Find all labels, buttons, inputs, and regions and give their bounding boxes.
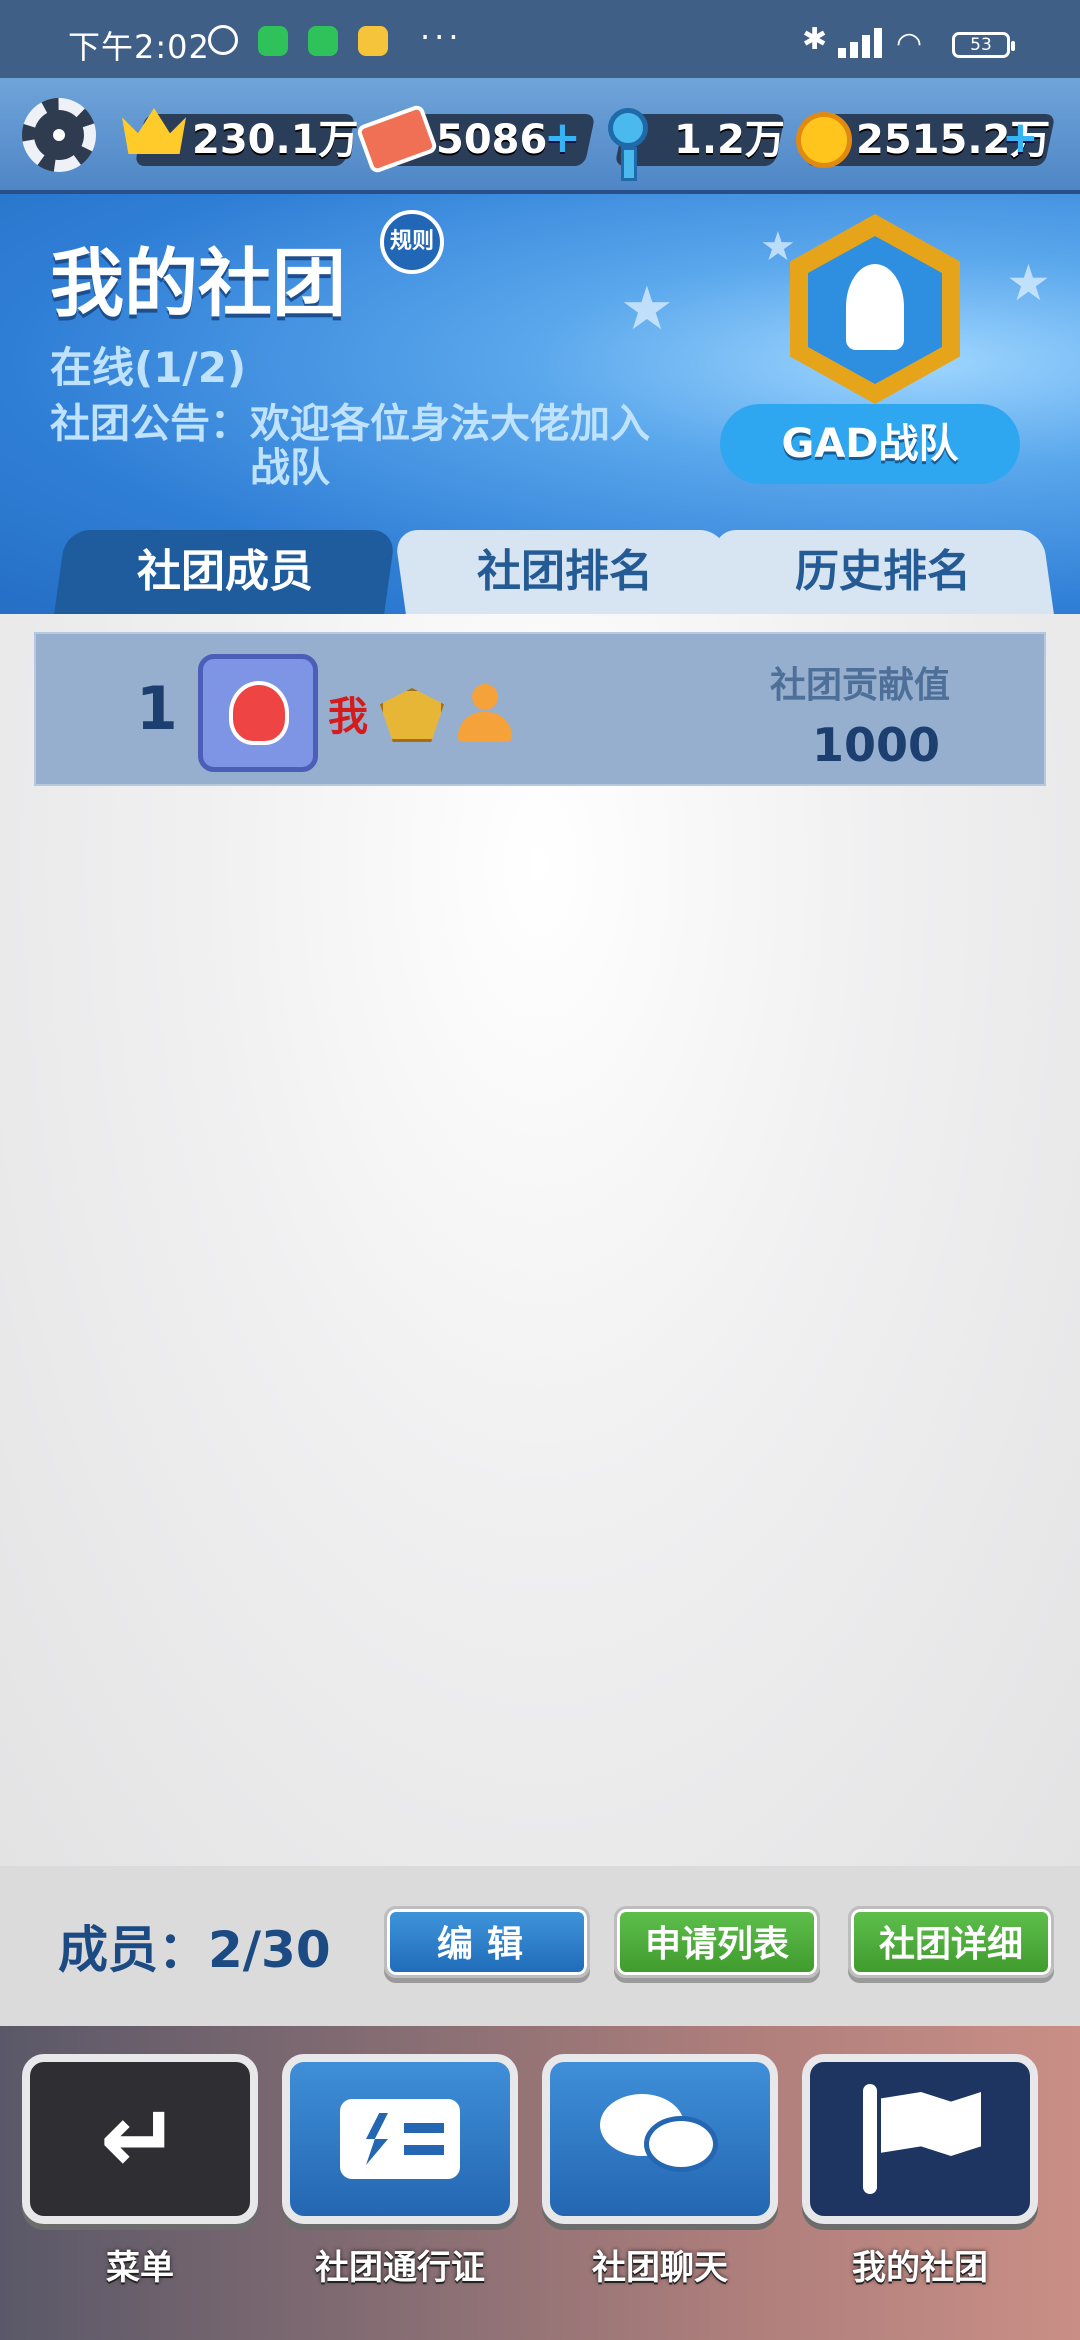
nav-my-club-button[interactable] (802, 2054, 1038, 2224)
contribution-label: 社团贡献值 (770, 665, 951, 706)
team-name: GAD战队 (720, 404, 1020, 484)
nav-my-club[interactable]: 我的社团 (802, 2054, 1038, 2314)
ticket-value: 5086 (436, 117, 548, 163)
nav-club-chat-button[interactable] (542, 2054, 778, 2224)
key-value: 1.2万 (674, 117, 785, 163)
tab-club-ranking[interactable]: 社团排名 (394, 530, 736, 614)
gear-icon[interactable] (22, 98, 96, 172)
tab-history-ranking[interactable]: 历史排名 (712, 530, 1054, 614)
footer-bar: 成员：2/30 编辑 申请列表 社团详细 (0, 1866, 1080, 2026)
tab-club-ranking-label: 社团排名 (477, 546, 653, 597)
members-list-area (0, 614, 1080, 1866)
currency-bar: 230.1万 5086 + 1.2万 2515.2万 + (0, 78, 1080, 194)
nav-menu-label: 菜单 (106, 2248, 174, 2288)
member-rank: 1 (136, 674, 178, 744)
page-title: 我的社团 (50, 241, 346, 327)
battery-icon: 53 (952, 32, 1015, 58)
avatar[interactable] (198, 654, 318, 772)
bluetooth-icon: ✱ (802, 22, 828, 57)
status-time: 下午2:02 (68, 28, 210, 66)
star-icon: ★ (620, 274, 674, 344)
nav-menu[interactable]: ↵ 菜单 (22, 2054, 258, 2314)
key-icon (608, 108, 648, 181)
notice-label: 社团公告： (50, 401, 250, 447)
tab-members[interactable]: 社团成员 (54, 530, 396, 614)
tab-members-label: 社团成员 (137, 546, 313, 597)
members-count: 成员：2/30 (58, 1921, 331, 1979)
chat-icon (600, 2094, 720, 2184)
nav-club-pass-label: 社团通行证 (315, 2248, 485, 2288)
nav-menu-button[interactable]: ↵ (22, 2054, 258, 2224)
app-icon (358, 26, 388, 56)
person-icon (452, 684, 516, 746)
nav-club-pass[interactable]: 社团通行证 (282, 2054, 518, 2314)
flag-icon (855, 2084, 985, 2194)
rules-button[interactable]: 规则 (380, 210, 444, 274)
add-coins-button[interactable]: + (1002, 116, 1039, 160)
add-tickets-button[interactable]: + (544, 116, 581, 160)
crown-value: 230.1万 (192, 117, 359, 163)
tab-history-ranking-label: 历史排名 (795, 546, 971, 597)
alarm-icon (208, 25, 238, 55)
star-icon: ★ (1006, 254, 1051, 312)
return-icon: ↵ (99, 2083, 181, 2195)
contribution-value: 1000 (812, 718, 941, 772)
notice-text: 欢迎各位身法大佬加入战队 (250, 401, 650, 491)
table-row[interactable]: 1 我 社团贡献值 1000 (34, 632, 1046, 786)
eagle-icon (846, 264, 904, 350)
lion-dance-icon (229, 681, 289, 745)
apply-list-button[interactable]: 申请列表 (614, 1906, 820, 1978)
more-icon: ··· (420, 18, 463, 56)
nav-my-club-label: 我的社团 (852, 2248, 988, 2288)
wifi-icon: ◠ (896, 26, 923, 61)
nav-club-chat-label: 社团聊天 (592, 2248, 728, 2288)
coin-icon (796, 112, 852, 168)
bottom-nav: ↵ 菜单 社团通行证 社团聊天 我的社团 (0, 2026, 1080, 2340)
pass-icon (340, 2099, 460, 2179)
online-status: 在线(1/2) (50, 343, 247, 392)
club-detail-button[interactable]: 社团详细 (848, 1906, 1054, 1978)
rank-medal-icon (380, 688, 444, 742)
wechat-icon (258, 26, 288, 56)
nav-club-pass-button[interactable] (282, 2054, 518, 2224)
edit-button[interactable]: 编辑 (384, 1906, 590, 1978)
status-bar: 下午2:02 ··· ✱ ◠ 53 (0, 0, 1080, 78)
wechat-icon (308, 26, 338, 56)
nav-club-chat[interactable]: 社团聊天 (542, 2054, 778, 2314)
me-tag: 我 (328, 694, 368, 740)
club-notice: 社团公告：欢迎各位身法大佬加入战队 (50, 402, 650, 490)
signal-icon (838, 28, 882, 58)
